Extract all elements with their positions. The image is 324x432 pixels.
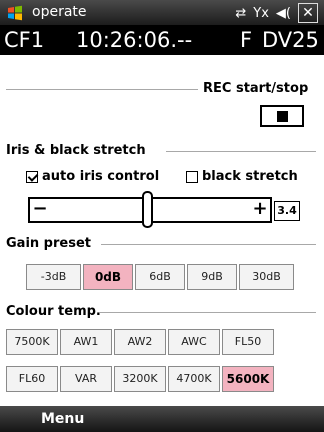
preset-button-aw2[interactable]: AW2 bbox=[114, 329, 166, 355]
black-stretch-checkbox[interactable]: black stretch bbox=[186, 169, 298, 184]
preset-button-3db[interactable]: -3dB bbox=[26, 264, 81, 290]
clip-format: DV25 bbox=[262, 28, 319, 52]
rec-start-stop-button[interactable] bbox=[260, 105, 304, 127]
preset-button-0db[interactable]: 0dB bbox=[83, 264, 133, 290]
colour-divider bbox=[99, 312, 316, 313]
signal-off-icon[interactable]: Yx bbox=[253, 6, 269, 21]
field-flag: F bbox=[240, 28, 253, 52]
stop-square-icon bbox=[277, 111, 288, 122]
iris-slider-thumb[interactable] bbox=[142, 191, 153, 228]
preset-button-aw1[interactable]: AW1 bbox=[60, 329, 112, 355]
title-bar: operate ⇄ Yx ◀( ✕ bbox=[0, 0, 324, 25]
windows-start-icon[interactable] bbox=[6, 4, 24, 22]
timecode-display: 10:26:06.-- bbox=[76, 28, 193, 52]
network-icon[interactable]: ⇄ bbox=[235, 6, 246, 21]
preset-button-fl50[interactable]: FL50 bbox=[222, 329, 274, 355]
preset-button-4700k[interactable]: 4700K bbox=[168, 366, 220, 392]
softkey-bar: Menu bbox=[0, 406, 324, 432]
volume-icon[interactable]: ◀( bbox=[276, 6, 291, 21]
checkbox-unchecked-icon[interactable] bbox=[186, 170, 198, 183]
preset-button-9db[interactable]: 9dB bbox=[187, 264, 237, 290]
auto-iris-label: auto iris control bbox=[42, 169, 160, 184]
rec-divider bbox=[6, 89, 198, 90]
preset-button-30db[interactable]: 30dB bbox=[239, 264, 294, 290]
iris-section-label: Iris & black stretch bbox=[6, 143, 146, 158]
preset-button-7500k[interactable]: 7500K bbox=[6, 329, 58, 355]
menu-softkey[interactable]: Menu bbox=[41, 410, 84, 428]
gain-divider bbox=[101, 244, 316, 245]
rec-label: REC start/stop bbox=[203, 81, 309, 96]
preset-button-var[interactable]: VAR bbox=[60, 366, 112, 392]
preset-button-6db[interactable]: 6dB bbox=[135, 264, 185, 290]
minus-icon[interactable]: − bbox=[30, 200, 50, 220]
timecode-bar: CF1 10:26:06.-- F DV25 bbox=[0, 25, 324, 55]
iris-value: 3.4 bbox=[274, 201, 300, 221]
preset-button-awc[interactable]: AWC bbox=[168, 329, 220, 355]
checkbox-checked-icon[interactable] bbox=[26, 170, 38, 183]
app-title: operate bbox=[32, 4, 87, 20]
iris-divider bbox=[166, 151, 316, 152]
preset-button-3200k[interactable]: 3200K bbox=[114, 366, 166, 392]
preset-button-5600k[interactable]: 5600K bbox=[222, 366, 274, 392]
gain-section-label: Gain preset bbox=[6, 236, 91, 251]
close-button[interactable]: ✕ bbox=[298, 3, 318, 23]
status-icons: ⇄ Yx ◀( ✕ bbox=[235, 3, 318, 23]
card-label: CF1 bbox=[4, 28, 45, 52]
plus-icon[interactable]: + bbox=[250, 200, 270, 220]
preset-button-fl60[interactable]: FL60 bbox=[6, 366, 58, 392]
colour-section-label: Colour temp. bbox=[6, 304, 101, 319]
auto-iris-checkbox[interactable]: auto iris control bbox=[26, 169, 159, 184]
black-stretch-label: black stretch bbox=[202, 169, 298, 184]
